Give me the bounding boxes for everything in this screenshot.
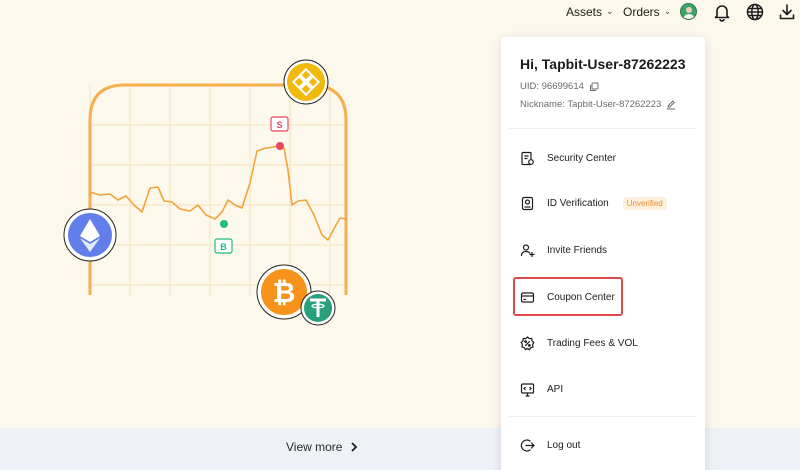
sell-marker: S [270,116,289,150]
view-more-label: View more [286,440,343,454]
illustration-grid [89,85,345,295]
nickname-text: Nickname: Tapbit-User-87262223 [520,99,662,110]
uid-text: UID: 96699614 [520,81,584,92]
edit-icon[interactable] [666,99,676,110]
menu-item-id-verification[interactable]: ID Verification Unverified [520,192,690,214]
status-badge: Unverified [622,196,667,210]
illustration-frame [88,83,348,295]
bnb-coin-icon [283,59,329,105]
menu-item-label: Log out [547,439,581,451]
menu-item-security-center[interactable]: Security Center [520,147,690,169]
id-card-icon [521,196,534,210]
divider [509,128,697,129]
logout-icon [520,438,535,452]
globe-icon[interactable] [745,2,765,22]
chevron-right-icon [351,442,358,452]
menu-item-label: Invite Friends [547,244,608,256]
menu-item-trading-fees[interactable]: Trading Fees & VOL [520,332,690,354]
orders-label: Orders [623,5,660,19]
bell-icon[interactable] [712,2,732,22]
account-greeting: Hi, Tapbit-User-87262223 [520,56,686,72]
divider [509,416,697,417]
view-more-link[interactable]: View more [286,440,358,454]
menu-item-invite-friends[interactable]: Invite Friends [520,239,690,261]
menu-item-label: Trading Fees & VOL [547,337,638,349]
download-icon[interactable] [777,2,797,22]
menu-item-api[interactable]: API [520,378,690,400]
coupon-center-highlight [513,277,623,316]
avatar[interactable] [680,3,697,20]
copy-icon[interactable] [589,82,599,92]
uid-row: UID: 96699614 [520,81,599,92]
chevron-down-icon: ⌄ [606,5,614,16]
buy-marker-label: B [220,242,227,252]
account-dropdown: Hi, Tapbit-User-87262223 UID: 96699614 N… [501,37,705,470]
orders-menu[interactable]: Orders ⌄ [623,5,671,19]
assets-menu[interactable]: Assets ⌄ [566,5,614,19]
percent-badge-icon [520,335,535,351]
menu-item-label: Security Center [547,152,616,164]
hero-illustration: S B ₿ [63,59,348,326]
add-user-icon [520,243,535,257]
assets-label: Assets [566,5,603,19]
menu-item-label: ID Verification [547,197,609,209]
nickname-row: Nickname: Tapbit-User-87262223 [520,99,676,110]
svg-text:₿: ₿ [273,277,296,308]
sell-marker-label: S [276,120,282,130]
top-nav: Assets ⌄ Orders ⌄ [0,0,800,26]
ethereum-coin-icon [63,208,117,262]
api-monitor-icon [520,382,535,397]
tether-coin-icon [300,290,336,326]
chevron-down-icon: ⌄ [663,5,672,16]
menu-item-label: API [547,383,564,395]
menu-item-logout[interactable]: Log out [520,434,690,456]
buy-marker: B [214,220,233,254]
document-shield-icon [521,151,534,165]
price-line [89,144,347,241]
